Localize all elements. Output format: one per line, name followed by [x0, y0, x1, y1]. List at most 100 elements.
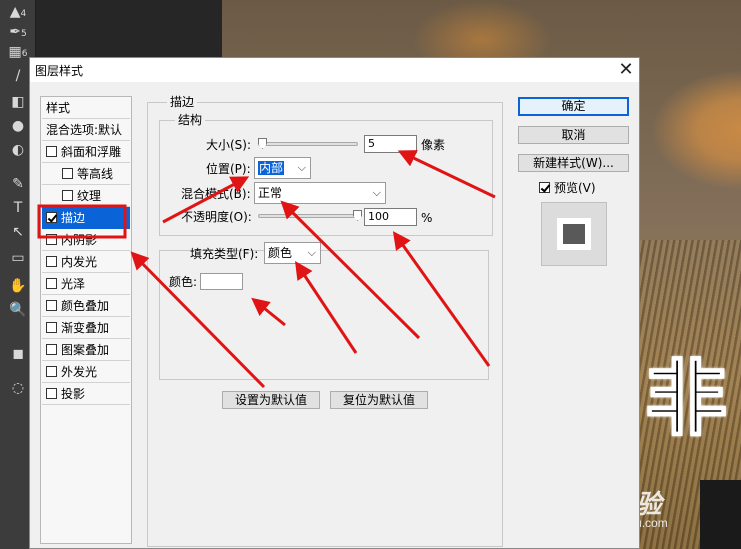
dialog-title: 图层样式 [35, 64, 84, 78]
styles-list: 样式 混合选项:默认 斜面和浮雕 等高线 纹理 描边 内阴影 内发光 光泽 颜色… [40, 96, 132, 544]
position-select[interactable]: 内部 ⌵ [254, 157, 311, 179]
quick-mask-icon: ◌ [11, 380, 25, 396]
styles-header[interactable]: 样式 [42, 97, 130, 119]
blur-icon: ● [11, 118, 25, 134]
stroke-color-swatch[interactable] [200, 273, 243, 290]
tool-icon: ▦ [8, 44, 22, 60]
tool-slot-5[interactable]: ◧ [4, 92, 32, 112]
tool-slot-10[interactable]: ↖ [4, 222, 32, 242]
dodge-icon: ◐ [11, 142, 25, 158]
checkbox[interactable] [46, 256, 57, 267]
effect-color-overlay[interactable]: 颜色叠加 [42, 295, 130, 317]
checkbox[interactable] [46, 344, 57, 355]
opacity-slider-track[interactable] [258, 214, 360, 218]
effect-label: 描边 [61, 211, 86, 225]
tool-slot-11[interactable]: ▭ [4, 248, 32, 268]
opacity-label: 不透明度(O): [181, 210, 252, 224]
checkbox[interactable] [46, 322, 57, 333]
preview-stroke [557, 218, 591, 250]
tool-number: 6 [21, 49, 28, 59]
effect-satin[interactable]: 光泽 [42, 273, 130, 295]
preview-fill [563, 224, 585, 244]
tool-slot-12[interactable]: ✋ [4, 276, 32, 296]
reset-default-button[interactable]: 复位为默认值 [330, 391, 428, 409]
chevron-down-icon: ⌵ [372, 186, 381, 199]
tool-slot-14[interactable]: ◼ [4, 344, 32, 364]
effect-label: 内发光 [61, 255, 98, 269]
effect-texture[interactable]: 纹理 [42, 185, 130, 207]
position-label: 位置(P): [206, 162, 251, 176]
tool-slot-6[interactable]: ● [4, 116, 32, 136]
checkbox-checked[interactable] [539, 182, 550, 193]
effect-contour[interactable]: 等高线 [42, 163, 130, 185]
checkbox[interactable] [62, 168, 73, 179]
tool-icon: ✒ [9, 24, 21, 40]
zoom-icon: 🔍 [9, 302, 27, 318]
tool-number: 5 [21, 29, 27, 39]
effect-inner-glow[interactable]: 内发光 [42, 251, 130, 273]
effect-outer-glow[interactable]: 外发光 [42, 361, 130, 383]
blend-mode-value: 正常 [258, 186, 283, 200]
opacity-input[interactable]: 100 [364, 208, 417, 226]
eraser-icon: ◧ [11, 94, 25, 110]
set-default-button[interactable]: 设置为默认值 [222, 391, 320, 409]
blend-options-item[interactable]: 混合选项:默认 [42, 119, 130, 141]
pen-icon: ✎ [12, 176, 24, 192]
close-icon[interactable]: ✕ [615, 59, 637, 81]
checkbox-checked[interactable] [46, 212, 57, 223]
tool-slot-7[interactable]: ◐ [4, 140, 32, 160]
tool-slot-15[interactable]: ◌ [4, 378, 32, 398]
tool-slot-2[interactable]: ✒5 [4, 22, 32, 42]
ok-button[interactable]: 确定 [518, 97, 629, 116]
fill-type-select[interactable]: 颜色 ⌵ [264, 242, 321, 264]
cancel-button[interactable]: 取消 [518, 126, 629, 144]
checkbox[interactable] [46, 234, 57, 245]
size-input[interactable]: 5 [364, 135, 417, 153]
effect-stroke[interactable]: 描边 [42, 207, 130, 229]
size-unit: 像素 [421, 138, 446, 152]
workspace-background [36, 0, 222, 58]
effect-inner-shadow[interactable]: 内阴影 [42, 229, 130, 251]
dialog-titlebar[interactable]: 图层样式 ✕ [30, 58, 639, 82]
tool-slot-8[interactable]: ✎ [4, 174, 32, 194]
size-slider-track[interactable] [258, 142, 358, 146]
color-label: 颜色: [169, 275, 198, 289]
tool-icon: ▲ [9, 4, 21, 20]
checkbox[interactable] [62, 190, 73, 201]
stroke-group-title: 描边 [167, 95, 198, 109]
hand-icon: ✋ [9, 278, 27, 294]
position-value: 内部 [258, 161, 285, 175]
path-select-icon: ↖ [12, 224, 24, 240]
effect-drop-shadow[interactable]: 投影 [42, 383, 130, 405]
effect-label: 内阴影 [61, 233, 98, 247]
chevron-down-icon: ⌵ [297, 161, 306, 174]
tool-slot-1[interactable]: ▲4 [4, 2, 32, 22]
brush-icon: / [15, 68, 21, 84]
new-style-button[interactable]: 新建样式(W)... [518, 154, 629, 172]
layer-style-dialog: 图层样式 ✕ 样式 混合选项:默认 斜面和浮雕 等高线 纹理 描边 内阴影 内发… [29, 57, 640, 549]
effect-pattern-overlay[interactable]: 图案叠加 [42, 339, 130, 361]
chevron-down-icon: ⌵ [307, 246, 316, 259]
checkbox[interactable] [46, 278, 57, 289]
tool-slot-3[interactable]: ▦6 [4, 42, 32, 62]
fill-type-label: 填充类型(F): [190, 247, 259, 261]
checkbox[interactable] [46, 300, 57, 311]
color-swatch-icon: ◼ [12, 346, 24, 362]
tool-slot-9[interactable]: T [4, 198, 32, 218]
fill-type-value: 颜色 [268, 246, 293, 260]
effect-bevel-emboss[interactable]: 斜面和浮雕 [42, 141, 130, 163]
stroked-text-preview: 非 [644, 351, 728, 448]
tool-slot-4[interactable]: / [4, 66, 32, 86]
checkbox[interactable] [46, 146, 57, 157]
blend-mode-select[interactable]: 正常 ⌵ [254, 182, 386, 204]
checkbox[interactable] [46, 366, 57, 377]
tool-slot-13[interactable]: 🔍 [4, 300, 32, 320]
rectangle-icon: ▭ [11, 250, 25, 266]
effect-label: 颜色叠加 [61, 299, 110, 313]
effect-label: 等高线 [77, 167, 114, 181]
preview-toggle[interactable]: 预览(V) [539, 179, 596, 196]
effect-label: 纹理 [77, 189, 102, 203]
checkbox[interactable] [46, 388, 57, 399]
effect-gradient-overlay[interactable]: 渐变叠加 [42, 317, 130, 339]
tool-number: 4 [20, 9, 27, 19]
